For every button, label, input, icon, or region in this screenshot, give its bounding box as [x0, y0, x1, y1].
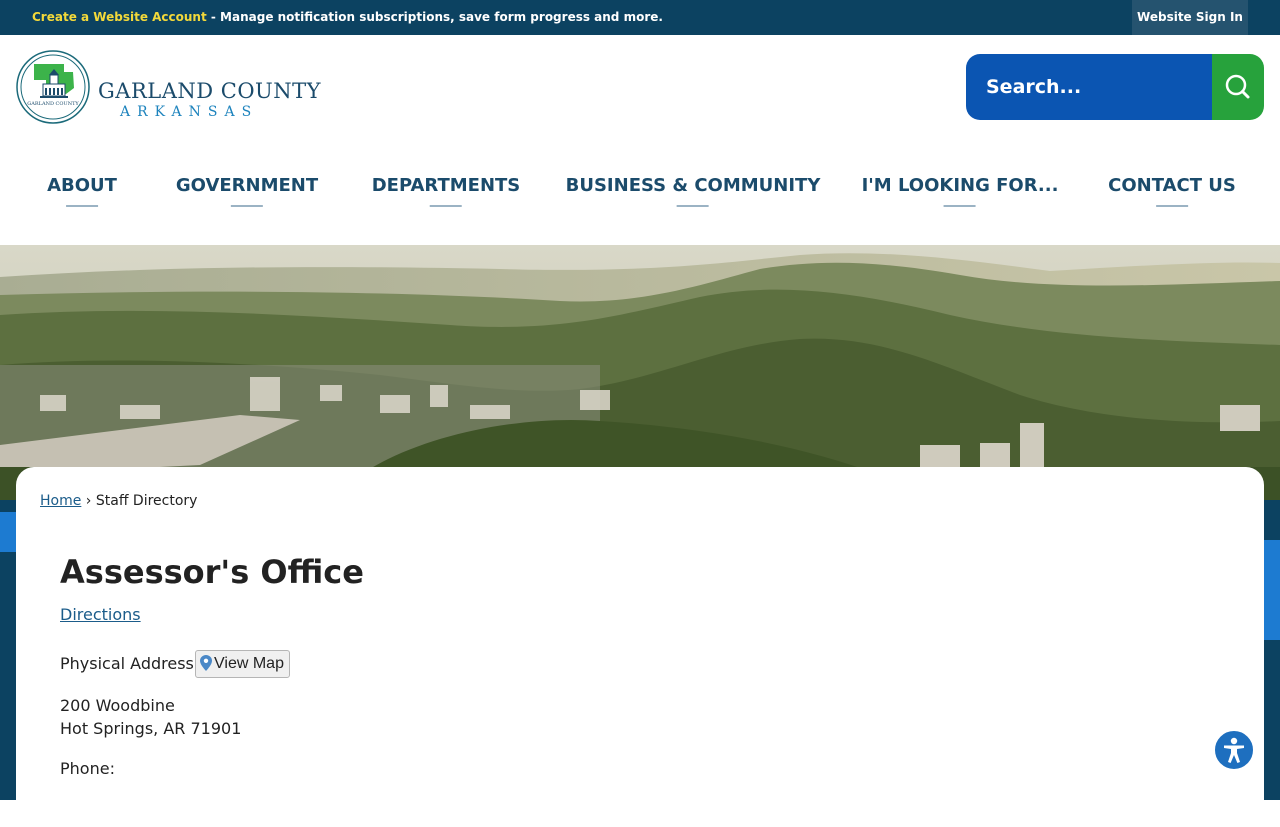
directions-link[interactable]: Directions — [60, 605, 141, 624]
nav-label: GOVERNMENT — [175, 175, 319, 196]
site-search — [966, 54, 1264, 120]
nav-about[interactable]: ABOUT — [47, 175, 117, 215]
logo-state-name: ARKANSAS — [120, 104, 259, 120]
nav-looking-for[interactable]: I'M LOOKING FOR... — [861, 175, 1059, 215]
website-sign-in-button[interactable]: Website Sign In — [1132, 0, 1248, 35]
nav-label: DEPARTMENTS — [371, 175, 521, 196]
logo-county-name: GARLAND COUNTY — [98, 79, 321, 103]
address-line-2: Hot Springs, AR 71901 — [60, 719, 242, 738]
account-message: Create a Website Account - Manage notifi… — [32, 0, 663, 35]
nav-underline — [1155, 205, 1188, 207]
nav-label: CONTACT US — [1108, 175, 1236, 196]
address-line-1: 200 Woodbine — [60, 696, 175, 715]
create-account-link[interactable]: Create a Website Account — [32, 10, 207, 24]
site-header: GARLAND COUNTY GARLAND COUNTY ARKANSAS A… — [0, 35, 1280, 245]
background-stripe-right — [1262, 540, 1280, 640]
account-message-text: - Manage notification subscriptions, sav… — [206, 10, 663, 24]
nav-departments[interactable]: DEPARTMENTS — [371, 175, 521, 215]
nav-underline — [430, 205, 462, 207]
accessibility-button[interactable] — [1213, 729, 1255, 771]
seal-text: GARLAND COUNTY — [27, 101, 79, 107]
physical-address-label: Physical Address: — [60, 654, 200, 673]
top-utility-bar: Create a Website Account - Manage notifi… — [0, 0, 1280, 35]
nav-underline — [230, 205, 263, 207]
map-pin-icon — [200, 655, 212, 671]
nav-underline — [65, 205, 98, 207]
search-input[interactable] — [966, 54, 1212, 120]
nav-business-community[interactable]: BUSINESS & COMMUNITY — [565, 175, 821, 215]
nav-government[interactable]: GOVERNMENT — [176, 175, 318, 215]
breadcrumb-separator: › — [85, 493, 92, 509]
view-map-label: View Map — [214, 655, 284, 672]
nav-underline — [944, 205, 976, 207]
search-button[interactable] — [1212, 54, 1264, 120]
county-seal-icon: GARLAND COUNTY — [16, 50, 90, 124]
accessibility-person-icon — [1224, 737, 1244, 763]
nav-label: ABOUT — [47, 175, 117, 196]
magnifier-icon — [1225, 74, 1250, 99]
breadcrumb: Home › Staff Directory — [40, 493, 197, 509]
nav-underline — [676, 205, 709, 207]
nav-label: I'M LOOKING FOR... — [861, 175, 1059, 196]
view-map-button[interactable]: View Map — [195, 650, 290, 678]
phone-label: Phone: — [60, 759, 115, 778]
main-navigation: ABOUT GOVERNMENT DEPARTMENTS BUSINESS & … — [0, 175, 1280, 215]
breadcrumb-current: Staff Directory — [95, 493, 198, 509]
page-title: Assessor's Office — [60, 553, 364, 591]
nav-label: BUSINESS & COMMUNITY — [565, 175, 821, 196]
nav-contact-us[interactable]: CONTACT US — [1108, 175, 1236, 215]
content-panel: Home › Staff Directory Assessor's Office… — [16, 467, 1264, 827]
county-logo[interactable]: GARLAND COUNTY GARLAND COUNTY ARKANSAS — [16, 50, 320, 125]
breadcrumb-home-link[interactable]: Home — [40, 493, 81, 509]
